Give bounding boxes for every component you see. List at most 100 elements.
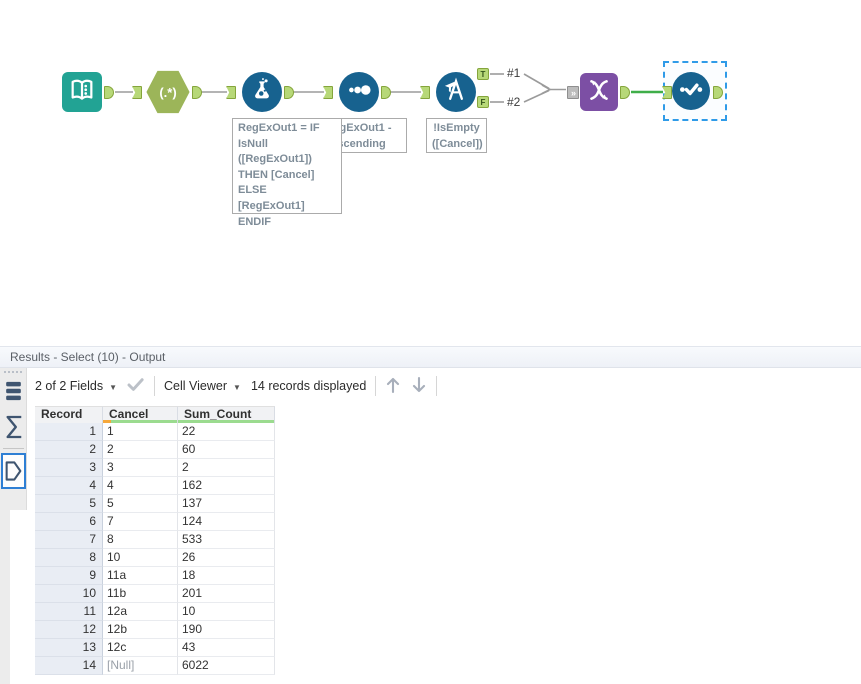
sort-dots-icon [345,76,373,109]
table-cell[interactable]: 12a [103,603,178,621]
tool-input-data[interactable] [62,72,102,112]
results-panel-title: Results - Select (10) - Output [0,346,861,368]
tool-sort[interactable] [339,72,379,112]
table-cell[interactable]: 26 [178,549,275,567]
column-header-record[interactable]: Record [35,406,103,423]
record-number-cell[interactable]: 3 [35,459,103,477]
table-row[interactable]: 11 12a 10 [35,603,275,621]
record-number-cell[interactable]: 10 [35,585,103,603]
table-cell[interactable]: 60 [178,441,275,459]
table-cell[interactable]: 2 [103,441,178,459]
record-number-cell[interactable]: 11 [35,603,103,621]
tool-select[interactable] [672,72,710,110]
record-number-cell[interactable]: 1 [35,423,103,441]
record-number-cell[interactable]: 9 [35,567,103,585]
data-quality-bar [178,420,274,423]
record-number-cell[interactable]: 13 [35,639,103,657]
flask-icon [249,77,275,108]
record-number-cell[interactable]: 14 [35,657,103,675]
table-row[interactable]: 7 8 533 [35,531,275,549]
down-arrow-icon[interactable] [411,376,427,397]
data-quality-bar [103,420,177,423]
table-row[interactable]: 12 12b 190 [35,621,275,639]
table-cell[interactable]: [Null] [103,657,178,675]
table-cell[interactable]: 22 [178,423,275,441]
workflow-canvas[interactable]: #1 #2 (.*) T F » RegExOut1 - ascending R… [0,0,861,346]
record-number-cell[interactable]: 4 [35,477,103,495]
results-side-strip [0,368,27,684]
table-cell[interactable]: 12b [103,621,178,639]
table-row[interactable]: 10 11b 201 [35,585,275,603]
book-icon [68,76,96,109]
table-row[interactable]: 6 7 124 [35,513,275,531]
table-row[interactable]: 332 [35,459,275,477]
up-arrow-icon[interactable] [385,376,401,397]
record-number-cell[interactable]: 5 [35,495,103,513]
table-cell[interactable]: 162 [178,477,275,495]
chevron-down-icon[interactable]: ▼ [109,383,117,392]
results-toolbar: 2 of 2 Fields ▼ Cell Viewer ▼ 14 records… [35,373,446,399]
table-cell[interactable]: 5 [103,495,178,513]
apply-check-icon[interactable] [127,377,145,395]
select-check-icon [677,75,705,108]
table-cell[interactable]: 137 [178,495,275,513]
table-row[interactable]: 1 1 22 [35,423,275,441]
table-cell[interactable]: 7 [103,513,178,531]
strip-rail [0,510,10,684]
table-cell[interactable]: 10 [178,603,275,621]
table-row[interactable]: 14 [Null] 6022 [35,657,275,675]
record-number-cell[interactable]: 7 [35,531,103,549]
table-cell[interactable]: 6022 [178,657,275,675]
wire-label-false: #2 [507,95,521,109]
annotation-formula[interactable]: RegExOut1 = IF IsNull ([RegExOut1]) THEN… [232,118,342,228]
table-cell[interactable]: 8 [103,531,178,549]
table-cell[interactable]: 3 [103,459,178,477]
column-header-cancel[interactable]: Cancel [103,406,178,423]
input-connection-icon[interactable] [2,414,25,440]
table-row[interactable]: 2 2 60 [35,441,275,459]
table-cell[interactable]: 11a [103,567,178,585]
table-cell[interactable]: 2 [178,459,275,477]
union-input-anchor[interactable]: » [567,86,579,99]
table-cell[interactable]: 43 [178,639,275,657]
output-connection-icon-selected[interactable] [1,453,26,489]
drag-handle[interactable] [4,371,24,375]
table-row[interactable]: 4 4 162 [35,477,275,495]
table-cell[interactable]: 190 [178,621,275,639]
fields-dropdown[interactable]: 2 of 2 Fields [35,379,103,393]
table-row[interactable]: 9 11a 18 [35,567,275,585]
table-cell[interactable]: 18 [178,567,275,585]
record-number-cell[interactable]: 8 [35,549,103,567]
cell-viewer-dropdown[interactable]: Cell Viewer [164,379,227,393]
table-row[interactable]: 13 12c 43 [35,639,275,657]
column-header-sum-count[interactable]: Sum_Count [178,406,275,423]
connection-wires [115,73,663,103]
false-anchor[interactable]: F [477,96,489,108]
table-row[interactable]: 5 5 137 [35,495,275,513]
tool-filter[interactable] [436,72,476,112]
table-cell[interactable]: 533 [178,531,275,549]
table-cell[interactable]: 12c [103,639,178,657]
record-number-cell[interactable]: 12 [35,621,103,639]
table-cell[interactable]: 124 [178,513,275,531]
annotation-filter[interactable]: !IsEmpty ([Cancel]) [426,118,487,153]
chevron-down-icon[interactable]: ▼ [233,383,241,392]
wire-label-true: #1 [507,66,521,80]
table-cell[interactable]: 1 [103,423,178,441]
table-cell[interactable]: 4 [103,477,178,495]
strip-divider [3,448,24,449]
table-row[interactable]: 8 10 26 [35,549,275,567]
table-view-icon[interactable] [2,380,25,402]
table-cell[interactable]: 201 [178,585,275,603]
union-helix-icon [586,77,612,108]
table-cell[interactable]: 10 [103,549,178,567]
true-anchor[interactable]: T [477,68,489,80]
results-table: Record Cancel Sum_Count 1 1 22 2 2 60 3 3 2 4 4 162… [35,406,275,675]
record-number-cell[interactable]: 6 [35,513,103,531]
table-cell[interactable]: 11b [103,585,178,603]
tool-regex[interactable]: (.*) [146,70,190,114]
record-number-cell[interactable]: 2 [35,441,103,459]
tool-union[interactable] [580,73,618,111]
tool-formula[interactable] [242,72,282,112]
regex-hexagon-icon: (.*) [146,70,190,114]
